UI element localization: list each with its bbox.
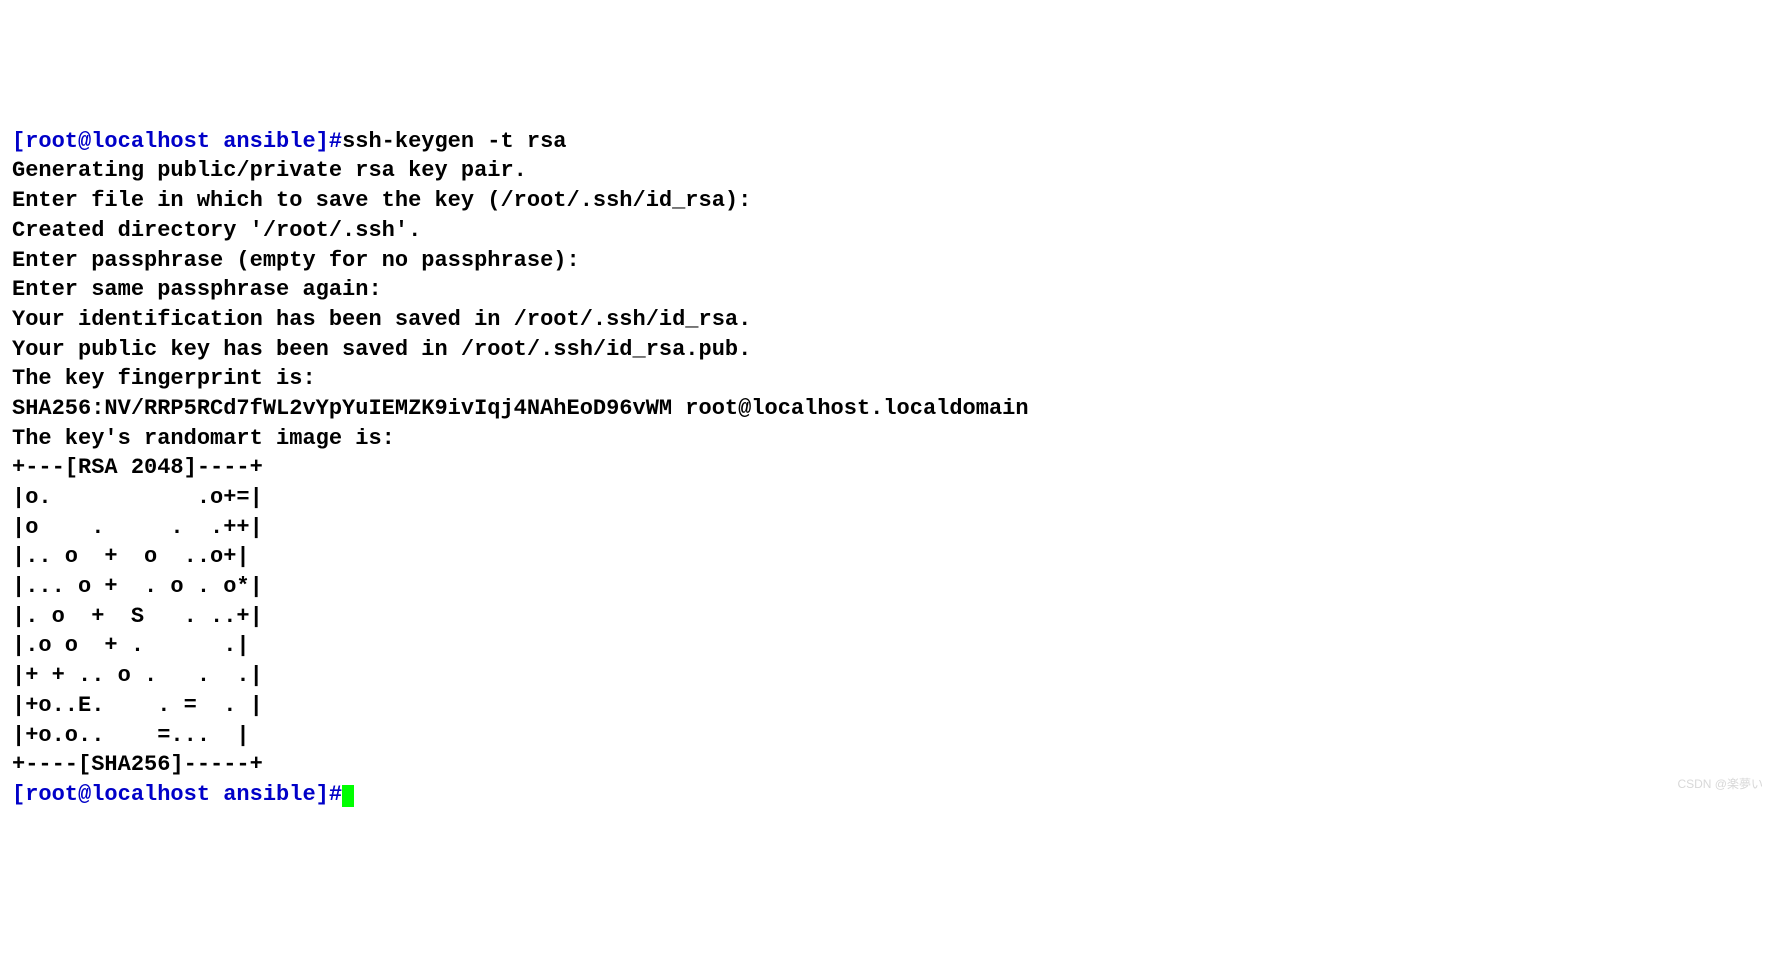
output-line: Your identification has been saved in /r… — [12, 307, 751, 332]
prompt-line-1: [root@localhost ansible]# — [12, 129, 342, 154]
randomart-line: |... o + . o . o*| — [12, 574, 263, 599]
randomart-line: |+o.o.. =... | — [12, 723, 250, 748]
output-line: Enter same passphrase again: — [12, 277, 395, 302]
output-line: The key fingerprint is: — [12, 366, 316, 391]
output-line: Enter file in which to save the key (/ro… — [12, 188, 765, 213]
output-line: Enter passphrase (empty for no passphras… — [12, 248, 593, 273]
randomart-line: |+o..E. . = . | — [12, 693, 263, 718]
randomart-line: |.o o + . .| — [12, 633, 250, 658]
output-line: The key's randomart image is: — [12, 426, 395, 451]
watermark: CSDN @楽夢い — [1677, 776, 1763, 792]
cursor-icon[interactable] — [342, 785, 354, 807]
output-line: Generating public/private rsa key pair. — [12, 158, 527, 183]
randomart-line: +---[RSA 2048]----+ — [12, 455, 263, 480]
randomart-line: +----[SHA256]-----+ — [12, 752, 263, 777]
randomart-line: |+ + .. o . . .| — [12, 663, 263, 688]
randomart-line: |o . . .++| — [12, 515, 263, 540]
output-line: Created directory '/root/.ssh'. — [12, 218, 421, 243]
randomart-line: |o. .o+=| — [12, 485, 263, 510]
randomart-line: |.. o + o ..o+| — [12, 544, 250, 569]
randomart-line: |. o + S . ..+| — [12, 604, 263, 629]
prompt-line-2[interactable]: [root@localhost ansible]# — [12, 782, 342, 807]
output-line: Your public key has been saved in /root/… — [12, 337, 751, 362]
output-line: SHA256:NV/RRP5RCd7fWL2vYpYuIEMZK9ivIqj4N… — [12, 396, 1029, 421]
command-1: ssh-keygen -t rsa — [342, 129, 566, 154]
